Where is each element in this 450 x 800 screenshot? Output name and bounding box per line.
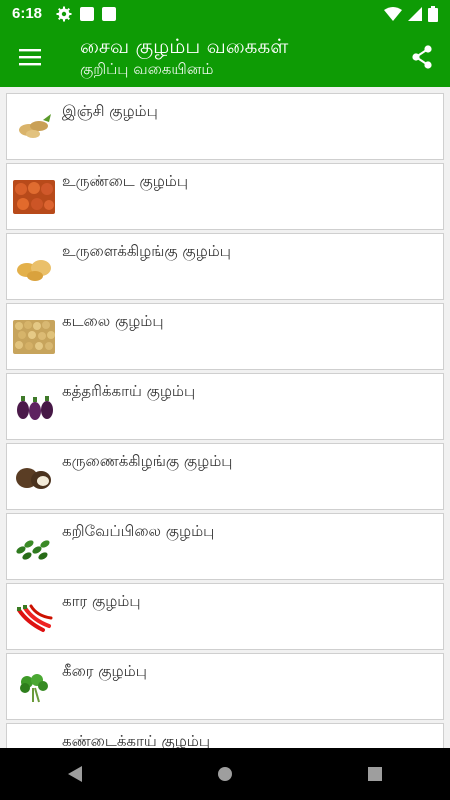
back-triangle-icon [68, 766, 82, 782]
recipe-list-item[interactable]: இஞ்சி குழம்பு [6, 93, 444, 160]
recipe-label: உருளைக்கிழங்கு குழம்பு [62, 242, 231, 260]
ginger-image [13, 110, 55, 144]
recipe-list-item[interactable]: கீரை குழம்பு [6, 653, 444, 720]
recipe-list-item[interactable]: உருண்டை குழம்பு [6, 163, 444, 230]
recents-button[interactable] [350, 754, 400, 794]
battery-icon [428, 5, 438, 22]
recents-square-icon [368, 767, 382, 781]
red-chilli-image [13, 600, 55, 634]
brinjal-image [13, 390, 55, 424]
system-nav-bar [0, 748, 450, 800]
recipe-list-item[interactable]: உருளைக்கிழங்கு குழம்பு [6, 233, 444, 300]
settings-gear-icon [56, 6, 72, 21]
home-button[interactable] [200, 754, 250, 794]
app-subtitle: குறிப்பு வகையினம் [80, 60, 214, 78]
chickpea-image [13, 320, 55, 354]
recipe-list-item[interactable]: கண்டைக்காய் குழம்பு [6, 723, 444, 748]
recipe-label: உருண்டை குழம்பு [62, 172, 189, 190]
notification-icon [102, 6, 117, 21]
recipe-label: கத்தரிக்காய் குழம்பு [62, 382, 196, 400]
hamburger-menu-icon [19, 49, 41, 66]
home-circle-icon [218, 767, 232, 781]
menu-button[interactable] [0, 27, 60, 87]
gourd-image [13, 740, 55, 748]
signal-icon [408, 6, 422, 21]
share-button[interactable] [406, 41, 438, 73]
recipe-list-item[interactable]: கார குழம்பு [6, 583, 444, 650]
recipe-list[interactable]: இஞ்சி குழம்பு உருண்டை குழம்பு உருளைக்கிழ… [0, 87, 450, 748]
recipe-list-item[interactable]: கறிவேப்பிலை குழம்பு [6, 513, 444, 580]
status-icons-left [56, 6, 117, 22]
yam-image [13, 460, 55, 494]
notification-icon [80, 6, 95, 21]
app-titles: சைவ குழம்ப வகைகள் குறிப்பு வகையினம் [80, 34, 288, 80]
app-bar: சைவ குழம்ப வகைகள் குறிப்பு வகையினம் [0, 27, 450, 87]
wifi-icon [384, 6, 402, 21]
potato-image [13, 250, 55, 284]
recipe-list-item[interactable]: கடலை குழம்பு [6, 303, 444, 370]
status-bar: 6:18 [0, 0, 450, 27]
recipe-label: கறிவேப்பிலை குழம்பு [62, 522, 215, 540]
status-icons-right [384, 5, 438, 22]
kofta-balls-image [13, 180, 55, 214]
recipe-label: கார குழம்பு [62, 592, 141, 610]
recipe-list-item[interactable]: கருணைக்கிழங்கு குழம்பு [6, 443, 444, 510]
recipe-label: இஞ்சி குழம்பு [62, 102, 158, 120]
status-time: 6:18 [12, 5, 43, 22]
recipe-label: கண்டைக்காய் குழம்பு [62, 732, 211, 748]
recipe-label: கருணைக்கிழங்கு குழம்பு [62, 452, 233, 470]
greens-image [13, 670, 55, 704]
curry-leaves-image [13, 530, 55, 564]
app-title: சைவ குழம்ப வகைகள் [80, 34, 289, 58]
share-icon [412, 45, 432, 69]
recipe-list-item[interactable]: கத்தரிக்காய் குழம்பு [6, 373, 444, 440]
recipe-label: கடலை குழம்பு [62, 312, 164, 330]
back-button[interactable] [50, 754, 100, 794]
recipe-label: கீரை குழம்பு [62, 662, 147, 680]
